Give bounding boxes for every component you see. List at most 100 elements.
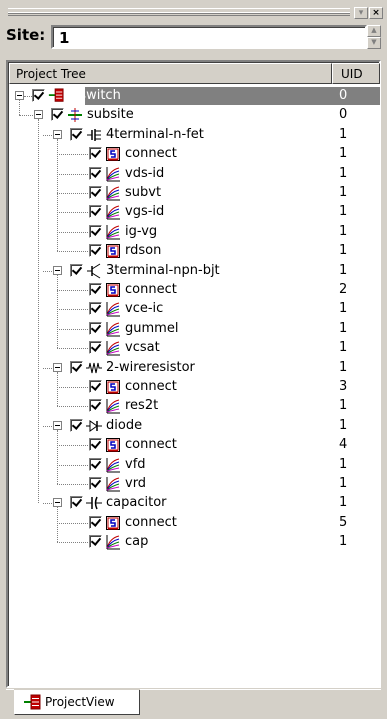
checkbox[interactable] — [89, 322, 102, 335]
project-tree-panel: Project Tree UID ivswitch 0 subsite 0 4termi… — [6, 60, 381, 688]
close-button[interactable]: × — [369, 7, 383, 19]
uid-value: 1 — [339, 534, 348, 549]
checkbox[interactable] — [89, 438, 102, 451]
device-label: 2-wireresistor — [106, 360, 195, 375]
checkbox[interactable] — [89, 458, 102, 471]
collapse-icon[interactable] — [53, 363, 62, 372]
tree-device-row[interactable]: 4terminal-n-fet 1 — [9, 125, 380, 145]
collapse-icon[interactable] — [15, 91, 24, 100]
checkbox[interactable] — [70, 419, 83, 432]
project-tree-icon — [24, 694, 41, 710]
checkbox[interactable] — [89, 147, 102, 160]
test-label: vgs-id — [125, 204, 165, 219]
tab-projectview[interactable]: ProjectView — [14, 690, 140, 715]
checkbox[interactable] — [89, 244, 102, 257]
spin-up-icon[interactable]: ▲ — [367, 25, 381, 37]
project-tree-icon — [48, 88, 64, 104]
collapse-icon[interactable] — [53, 421, 62, 430]
tree-header: Project Tree UID — [9, 63, 380, 84]
collapse-icon[interactable] — [53, 130, 62, 139]
tree-connector — [57, 251, 88, 252]
tree-connector — [57, 406, 88, 407]
checkbox[interactable] — [89, 205, 102, 218]
connect-icon — [105, 515, 121, 531]
uid-value: 4 — [339, 437, 348, 452]
uid-value: 1 — [339, 301, 348, 316]
subsite-icon — [67, 107, 83, 123]
tree-connector — [43, 271, 52, 272]
tree-connector — [57, 465, 88, 466]
checkbox[interactable] — [51, 108, 64, 121]
test-label: connect — [125, 515, 177, 530]
uid-value: 1 — [339, 224, 348, 239]
project-tree[interactable]: ivswitch 0 subsite 0 4terminal-n-fet 1 connect… — [9, 86, 380, 686]
tree-item-subsite[interactable]: subsite 0 — [9, 105, 380, 125]
tree-device-row[interactable]: diode 1 — [9, 416, 380, 436]
checkbox[interactable] — [89, 380, 102, 393]
curve-icon — [105, 204, 121, 220]
dropdown-button[interactable]: ▾ — [354, 7, 368, 19]
test-label: vrd — [125, 476, 147, 491]
checkbox[interactable] — [32, 89, 45, 102]
checkbox[interactable] — [89, 516, 102, 529]
checkbox[interactable] — [89, 341, 102, 354]
tree-connector — [57, 445, 88, 446]
tab-label: ProjectView — [45, 695, 115, 709]
checkbox[interactable] — [89, 186, 102, 199]
test-label: gummel — [125, 321, 179, 336]
tree-connector — [43, 135, 52, 136]
device-label: capacitor — [106, 495, 167, 510]
spin-down-icon[interactable]: ▼ — [367, 37, 381, 49]
uid-value: 1 — [339, 243, 348, 258]
checkbox[interactable] — [70, 128, 83, 141]
tree-connector — [57, 275, 58, 348]
tree-device-row[interactable]: capacitor 1 — [9, 493, 380, 513]
checkbox[interactable] — [89, 535, 102, 548]
checkbox[interactable] — [70, 496, 83, 509]
tree-connector — [19, 100, 20, 115]
checkbox[interactable] — [89, 302, 102, 315]
uid-value: 3 — [339, 379, 348, 394]
test-label: connect — [125, 282, 177, 297]
tree-connector — [57, 193, 88, 194]
collapse-icon[interactable] — [53, 266, 62, 275]
diode-icon — [86, 418, 102, 434]
tree-connector — [57, 507, 58, 542]
tree-connector — [57, 430, 58, 484]
tree-connector — [57, 232, 88, 233]
tree-connector — [57, 174, 88, 175]
collapse-icon[interactable] — [53, 498, 62, 507]
tree-root-ivswitch[interactable]: ivswitch 0 — [9, 86, 380, 106]
test-label: vce-ic — [125, 301, 164, 316]
checkbox[interactable] — [89, 477, 102, 490]
column-header-uid[interactable]: UID — [332, 63, 380, 84]
capacitor-icon — [86, 495, 102, 511]
tree-connector — [57, 542, 88, 543]
nfet-icon — [86, 127, 102, 143]
test-label: ig-vg — [125, 224, 158, 239]
column-header-project-tree[interactable]: Project Tree — [9, 63, 332, 84]
checkbox[interactable] — [89, 225, 102, 238]
site-spinner[interactable]: ▲ ▼ — [367, 25, 381, 49]
project-view-window: ▾ × Site: 1 ▲ ▼ Project Tree UID ivswitc… — [0, 0, 387, 719]
curve-icon — [105, 398, 121, 414]
tree-connector — [57, 290, 88, 291]
uid-value: 1 — [339, 166, 348, 181]
checkbox[interactable] — [89, 399, 102, 412]
uid-value: 1 — [339, 398, 348, 413]
uid-value: 1 — [339, 204, 348, 219]
curve-icon — [105, 321, 121, 337]
checkbox[interactable] — [70, 264, 83, 277]
connect-icon — [105, 243, 121, 259]
collapse-icon[interactable] — [34, 110, 43, 119]
uid-value: 5 — [339, 515, 348, 530]
checkbox[interactable] — [89, 283, 102, 296]
tree-device-row[interactable]: 3terminal-npn-bjt 1 — [9, 261, 380, 281]
site-field[interactable]: 1 — [51, 25, 367, 49]
device-label: 3terminal-npn-bjt — [106, 263, 220, 278]
checkbox[interactable] — [89, 167, 102, 180]
tree-device-row[interactable]: 2-wireresistor 1 — [9, 358, 380, 378]
curve-icon — [105, 301, 121, 317]
uid-value: 1 — [339, 321, 348, 336]
checkbox[interactable] — [70, 361, 83, 374]
